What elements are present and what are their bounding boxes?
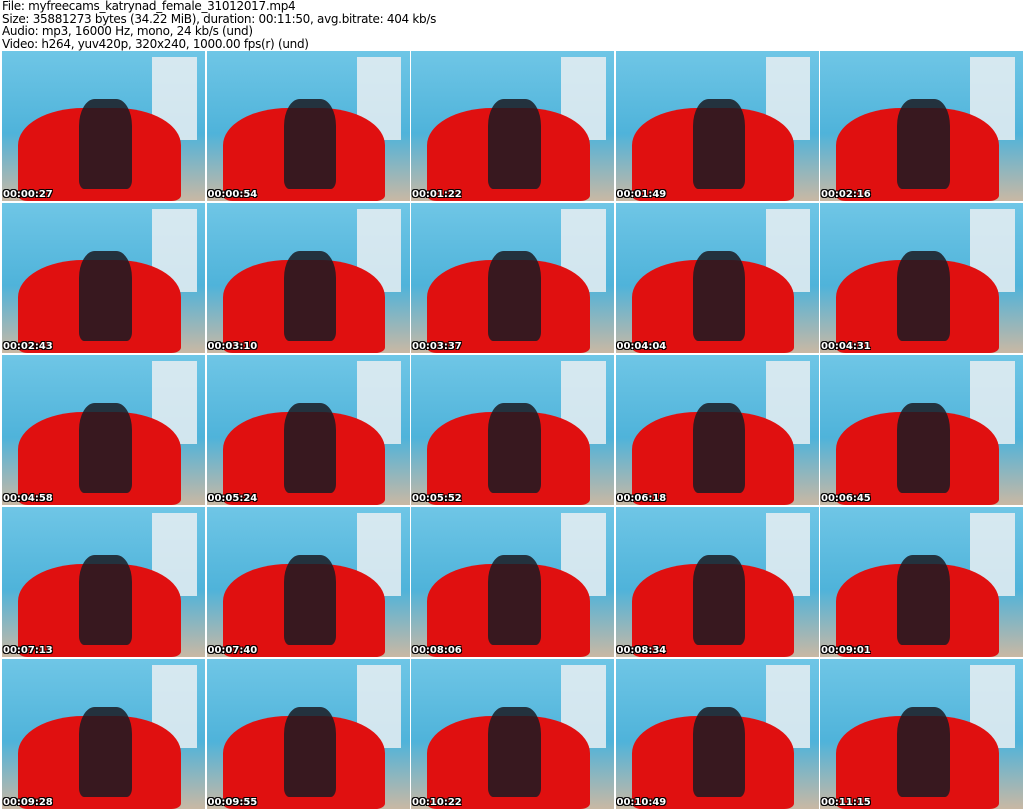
video-frame-thumbnail: 00:07:13: [2, 507, 205, 657]
person-silhouette: [79, 707, 132, 797]
person-silhouette: [692, 99, 746, 189]
person-silhouette: [283, 403, 337, 493]
person-silhouette: [79, 403, 132, 493]
frame-timestamp: 00:09:01: [821, 645, 871, 656]
frame-timestamp: 00:09:28: [3, 797, 53, 808]
video-frame-thumbnail: 00:03:37: [411, 203, 614, 353]
frame-timestamp: 00:04:31: [821, 341, 871, 352]
video-frame-thumbnail: 00:05:24: [206, 355, 410, 505]
frame-timestamp: 00:02:16: [821, 189, 871, 200]
video-frame-thumbnail: 00:02:16: [820, 51, 1023, 201]
person-silhouette: [79, 251, 132, 341]
video-frame-thumbnail: 00:11:15: [820, 659, 1023, 809]
video-frame-thumbnail: 00:09:55: [206, 659, 410, 809]
video-frame-thumbnail: 00:01:22: [411, 51, 614, 201]
person-silhouette: [692, 707, 746, 797]
person-silhouette: [488, 99, 541, 189]
video-frame-thumbnail: 00:04:04: [615, 203, 819, 353]
video-frame-thumbnail: 00:06:18: [615, 355, 819, 505]
video-frame-thumbnail: 00:10:49: [615, 659, 819, 809]
person-silhouette: [897, 555, 950, 645]
frame-timestamp: 00:07:13: [3, 645, 53, 656]
video-frame-thumbnail: 00:09:01: [820, 507, 1023, 657]
frame-timestamp: 00:08:06: [412, 645, 462, 656]
frame-timestamp: 00:02:43: [3, 341, 53, 352]
frame-timestamp: 00:03:37: [412, 341, 462, 352]
video-frame-thumbnail: 00:04:31: [820, 203, 1023, 353]
video-frame-thumbnail: 00:09:28: [2, 659, 205, 809]
file-name: File: myfreecams_katrynad_female_3101201…: [2, 0, 296, 13]
audio-info: Audio: mp3, 16000 Hz, mono, 24 kb/s (und…: [2, 24, 253, 38]
frame-timestamp: 00:05:52: [412, 493, 462, 504]
video-frame-thumbnail: 00:03:10: [206, 203, 410, 353]
frame-timestamp: 00:01:49: [616, 189, 667, 200]
video-frame-thumbnail: 00:07:40: [206, 507, 410, 657]
video-frame-thumbnail: 00:02:43: [2, 203, 205, 353]
video-frame-thumbnail: 00:00:27: [2, 51, 205, 201]
frame-timestamp: 00:01:22: [412, 189, 462, 200]
frame-timestamp: 00:07:40: [207, 645, 258, 656]
video-frame-thumbnail: 00:08:06: [411, 507, 614, 657]
video-frame-thumbnail: 00:05:52: [411, 355, 614, 505]
frame-timestamp: 00:03:10: [207, 341, 258, 352]
frame-timestamp: 00:10:22: [412, 797, 462, 808]
person-silhouette: [283, 555, 337, 645]
person-silhouette: [79, 555, 132, 645]
frame-timestamp: 00:05:24: [207, 493, 258, 504]
video-frame-thumbnail: 00:04:58: [2, 355, 205, 505]
person-silhouette: [283, 251, 337, 341]
person-silhouette: [692, 555, 746, 645]
video-frame-thumbnail: 00:00:54: [206, 51, 410, 201]
person-silhouette: [488, 403, 541, 493]
video-frame-thumbnail: 00:06:45: [820, 355, 1023, 505]
person-silhouette: [897, 403, 950, 493]
video-frame-thumbnail: 00:01:49: [615, 51, 819, 201]
frame-timestamp: 00:06:45: [821, 493, 871, 504]
person-silhouette: [897, 99, 950, 189]
person-silhouette: [488, 555, 541, 645]
frame-timestamp: 00:09:55: [207, 797, 258, 808]
person-silhouette: [692, 403, 746, 493]
person-silhouette: [488, 251, 541, 341]
person-silhouette: [79, 99, 132, 189]
person-silhouette: [283, 707, 337, 797]
frame-timestamp: 00:11:15: [821, 797, 871, 808]
person-silhouette: [283, 99, 337, 189]
frame-timestamp: 00:10:49: [616, 797, 667, 808]
person-silhouette: [692, 251, 746, 341]
person-silhouette: [897, 707, 950, 797]
thumbnail-grid: 00:00:27 00:00:54 00:01:22 00:01:49 00:02:16…: [2, 51, 1023, 809]
file-info-header: File: myfreecams_katrynad_female_3101201…: [2, 0, 436, 50]
frame-timestamp: 00:06:18: [616, 493, 667, 504]
frame-timestamp: 00:04:04: [616, 341, 667, 352]
video-frame-thumbnail: 00:10:22: [411, 659, 614, 809]
frame-timestamp: 00:00:54: [207, 189, 258, 200]
video-info: Video: h264, yuv420p, 320x240, 1000.00 f…: [2, 36, 309, 51]
frame-timestamp: 00:04:58: [3, 493, 53, 504]
frame-timestamp: 00:08:34: [616, 645, 667, 656]
video-frame-thumbnail: 00:08:34: [615, 507, 819, 657]
person-silhouette: [897, 251, 950, 341]
person-silhouette: [488, 707, 541, 797]
frame-timestamp: 00:00:27: [3, 189, 53, 200]
